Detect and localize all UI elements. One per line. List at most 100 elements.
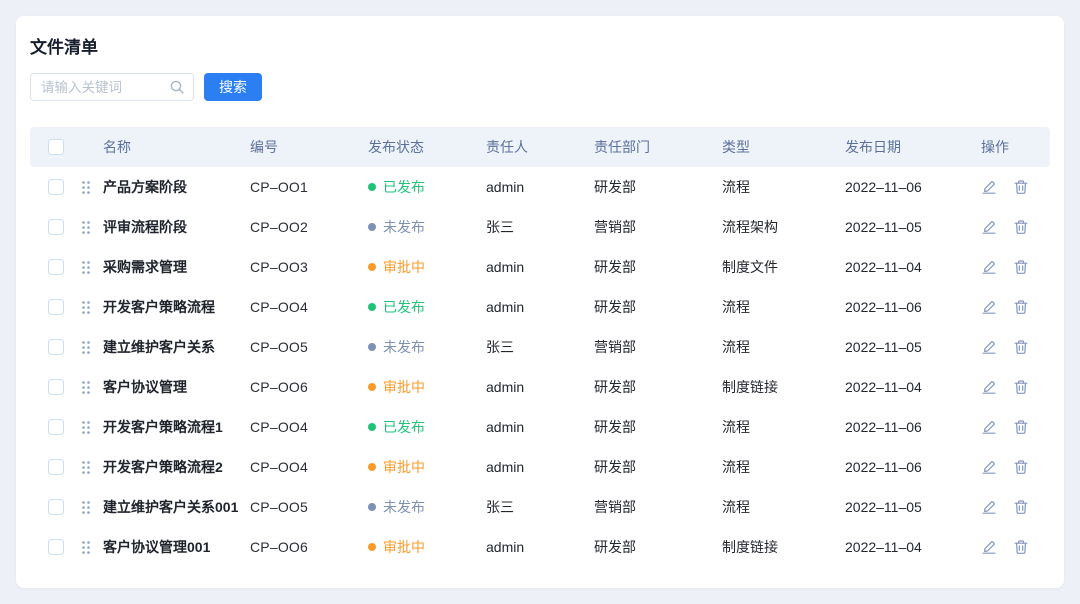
trash-icon[interactable] bbox=[1013, 219, 1029, 235]
search-input[interactable] bbox=[30, 73, 194, 101]
row-checkbox[interactable] bbox=[48, 299, 64, 315]
column-header-code: 编号 bbox=[250, 137, 368, 157]
cell-type: 制度链接 bbox=[722, 537, 845, 557]
status-dot-icon bbox=[368, 303, 376, 311]
cell-owner: admin bbox=[486, 459, 594, 475]
trash-icon[interactable] bbox=[1013, 299, 1029, 315]
cell-owner: admin bbox=[486, 419, 594, 435]
edit-icon[interactable] bbox=[981, 179, 997, 195]
cell-code: CP–OO2 bbox=[250, 219, 368, 235]
row-actions bbox=[981, 219, 1050, 235]
status-badge: 审批中 bbox=[368, 377, 486, 397]
row-checkbox[interactable] bbox=[48, 179, 64, 195]
edit-icon[interactable] bbox=[981, 419, 997, 435]
cell-type: 流程 bbox=[722, 497, 845, 517]
cell-department: 研发部 bbox=[594, 377, 722, 397]
status-badge: 审批中 bbox=[368, 537, 486, 557]
cell-owner: 张三 bbox=[486, 497, 594, 517]
status-dot-icon bbox=[368, 543, 376, 551]
row-actions bbox=[981, 179, 1050, 195]
cell-department: 研发部 bbox=[594, 297, 722, 317]
drag-handle-icon[interactable] bbox=[80, 300, 92, 315]
trash-icon[interactable] bbox=[1013, 499, 1029, 515]
row-checkbox[interactable] bbox=[48, 539, 64, 555]
trash-icon[interactable] bbox=[1013, 419, 1029, 435]
search-button[interactable]: 搜索 bbox=[204, 73, 262, 101]
cell-date: 2022–11–06 bbox=[845, 459, 981, 475]
row-checkbox[interactable] bbox=[48, 339, 64, 355]
row-checkbox[interactable] bbox=[48, 459, 64, 475]
trash-icon[interactable] bbox=[1013, 259, 1029, 275]
row-checkbox[interactable] bbox=[48, 219, 64, 235]
status-label: 未发布 bbox=[383, 497, 425, 517]
cell-date: 2022–11–05 bbox=[845, 339, 981, 355]
status-dot-icon bbox=[368, 383, 376, 391]
status-badge: 未发布 bbox=[368, 217, 486, 237]
row-checkbox[interactable] bbox=[48, 379, 64, 395]
status-badge: 已发布 bbox=[368, 177, 486, 197]
cell-name: 建立维护客户关系 bbox=[103, 337, 250, 357]
status-label: 未发布 bbox=[383, 217, 425, 237]
cell-date: 2022–11–04 bbox=[845, 379, 981, 395]
drag-handle-icon[interactable] bbox=[80, 220, 92, 235]
edit-icon[interactable] bbox=[981, 539, 997, 555]
row-actions bbox=[981, 339, 1050, 355]
drag-handle-icon[interactable] bbox=[80, 420, 92, 435]
trash-icon[interactable] bbox=[1013, 379, 1029, 395]
cell-type: 制度文件 bbox=[722, 257, 845, 277]
row-checkbox[interactable] bbox=[48, 499, 64, 515]
drag-handle-icon[interactable] bbox=[80, 500, 92, 515]
table-row: 建立维护客户关系 CP–OO5 未发布 张三 营销部 流程 2022–11–05 bbox=[30, 327, 1050, 367]
cell-department: 研发部 bbox=[594, 537, 722, 557]
trash-icon[interactable] bbox=[1013, 179, 1029, 195]
table-body: 产品方案阶段 CP–OO1 已发布 admin 研发部 流程 2022–11–0… bbox=[16, 167, 1064, 567]
edit-icon[interactable] bbox=[981, 259, 997, 275]
edit-icon[interactable] bbox=[981, 499, 997, 515]
column-header-name: 名称 bbox=[103, 137, 250, 157]
drag-handle-icon[interactable] bbox=[80, 340, 92, 355]
cell-owner: admin bbox=[486, 379, 594, 395]
cell-owner: 张三 bbox=[486, 337, 594, 357]
status-dot-icon bbox=[368, 503, 376, 511]
edit-icon[interactable] bbox=[981, 459, 997, 475]
drag-handle-icon[interactable] bbox=[80, 540, 92, 555]
table-row: 评审流程阶段 CP–OO2 未发布 张三 营销部 流程架构 2022–11–05 bbox=[30, 207, 1050, 247]
row-actions bbox=[981, 299, 1050, 315]
edit-icon[interactable] bbox=[981, 379, 997, 395]
trash-icon[interactable] bbox=[1013, 539, 1029, 555]
status-label: 审批中 bbox=[383, 537, 425, 557]
table-row: 产品方案阶段 CP–OO1 已发布 admin 研发部 流程 2022–11–0… bbox=[30, 167, 1050, 207]
cell-department: 营销部 bbox=[594, 217, 722, 237]
status-label: 已发布 bbox=[383, 417, 425, 437]
drag-handle-icon[interactable] bbox=[80, 260, 92, 275]
cell-owner: admin bbox=[486, 259, 594, 275]
status-label: 审批中 bbox=[383, 457, 425, 477]
cell-date: 2022–11–05 bbox=[845, 219, 981, 235]
status-label: 已发布 bbox=[383, 177, 425, 197]
drag-handle-icon[interactable] bbox=[80, 180, 92, 195]
row-checkbox[interactable] bbox=[48, 259, 64, 275]
status-dot-icon bbox=[368, 183, 376, 191]
file-list-card: 文件清单 搜索 名称 编号 发布状态 责任人 责任部门 类型 发布日期 操作 bbox=[16, 16, 1064, 588]
cell-name: 开发客户策略流程2 bbox=[103, 457, 250, 477]
status-badge: 已发布 bbox=[368, 297, 486, 317]
cell-code: CP–OO4 bbox=[250, 459, 368, 475]
row-checkbox[interactable] bbox=[48, 419, 64, 435]
cell-name: 开发客户策略流程 bbox=[103, 297, 250, 317]
row-actions bbox=[981, 419, 1050, 435]
cell-type: 流程 bbox=[722, 337, 845, 357]
cell-type: 流程架构 bbox=[722, 217, 845, 237]
status-label: 未发布 bbox=[383, 337, 425, 357]
cell-department: 营销部 bbox=[594, 497, 722, 517]
drag-handle-icon[interactable] bbox=[80, 380, 92, 395]
drag-handle-icon[interactable] bbox=[80, 460, 92, 475]
trash-icon[interactable] bbox=[1013, 339, 1029, 355]
edit-icon[interactable] bbox=[981, 219, 997, 235]
edit-icon[interactable] bbox=[981, 339, 997, 355]
trash-icon[interactable] bbox=[1013, 459, 1029, 475]
column-header-status: 发布状态 bbox=[368, 137, 486, 157]
select-all-checkbox[interactable] bbox=[48, 139, 64, 155]
edit-icon[interactable] bbox=[981, 299, 997, 315]
column-header-department: 责任部门 bbox=[594, 137, 722, 157]
status-badge: 未发布 bbox=[368, 497, 486, 517]
